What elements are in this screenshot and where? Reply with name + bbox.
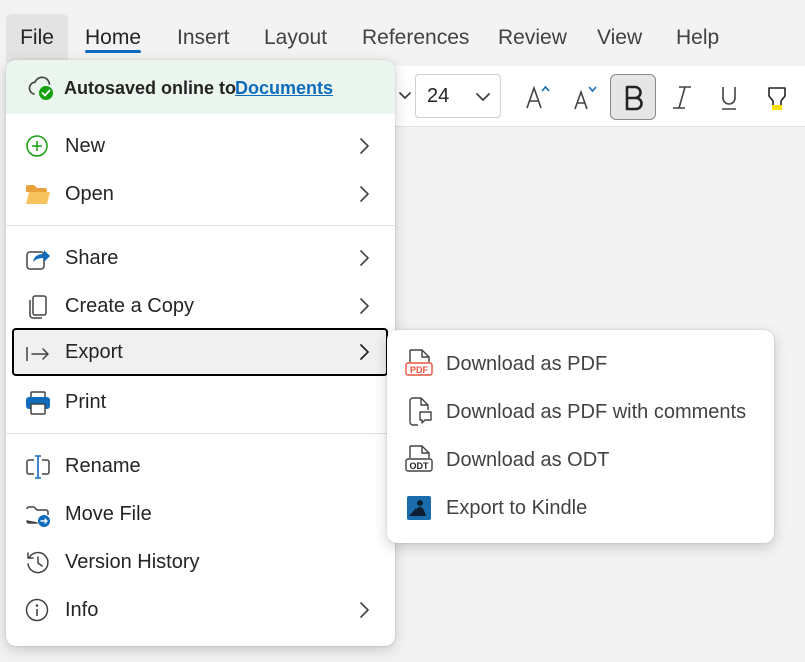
export-icon — [26, 347, 49, 361]
menu-item-label: Open — [65, 183, 114, 205]
chevron-down-icon — [476, 93, 490, 101]
grow-font-button[interactable] — [514, 74, 560, 120]
svg-text:PDF: PDF — [410, 365, 429, 375]
shrink-font-button[interactable] — [561, 74, 607, 120]
chevron-right-icon — [360, 602, 369, 618]
chevron-right-icon — [360, 250, 369, 266]
menu-item-label: Print — [65, 391, 107, 413]
file-menu: Autosaved online to Documents New Open S… — [6, 60, 395, 646]
menu-item-label: Rename — [65, 455, 141, 477]
autosave-banner: Autosaved online to Documents — [6, 60, 395, 114]
bold-icon — [625, 85, 643, 111]
italic-button[interactable] — [659, 74, 705, 120]
menu-item-label: Share — [65, 247, 119, 269]
submenu-item-download-pdf[interactable]: PDF Download as PDF — [387, 340, 774, 388]
underline-icon — [722, 87, 736, 110]
submenu-item-label: Download as ODT — [446, 449, 610, 471]
menu-item-label: Export — [65, 341, 123, 363]
folder-open-icon — [26, 185, 50, 204]
tab-home[interactable]: Home — [85, 14, 142, 62]
shrink-font-icon — [574, 86, 597, 110]
odt-icon: ODT — [405, 445, 433, 472]
menu-divider — [6, 225, 395, 226]
share-icon — [26, 250, 50, 270]
menu-item-share[interactable]: Share — [6, 234, 395, 282]
font-size-dropdown[interactable]: 24 — [415, 74, 501, 118]
plus-circle-icon — [26, 135, 48, 157]
menu-item-label: Create a Copy — [65, 295, 194, 317]
pdf-icon: PDF — [405, 349, 433, 376]
chevron-right-icon — [360, 298, 369, 314]
menu-item-label: Info — [65, 599, 99, 621]
menu-item-rename[interactable]: Rename — [6, 442, 395, 490]
menu-item-label: Version History — [65, 551, 200, 573]
menu-item-print[interactable]: Print — [6, 378, 395, 426]
menu-item-open[interactable]: Open — [6, 170, 395, 218]
menu-item-move-file[interactable]: Move File — [6, 490, 395, 538]
italic-icon — [673, 86, 691, 109]
tab-file[interactable]: File — [6, 14, 68, 62]
submenu-item-download-pdf-comments[interactable]: Download as PDF with comments — [387, 388, 774, 436]
autosave-text: Autosaved online to — [64, 78, 237, 98]
menu-item-create-copy[interactable]: Create a Copy — [6, 282, 395, 330]
submenu-item-download-odt[interactable]: ODT Download as ODT — [387, 436, 774, 484]
export-submenu: PDF Download as PDF Download as PDF with… — [387, 330, 774, 543]
submenu-item-label: Download as PDF — [446, 353, 608, 375]
menu-item-label: New — [65, 135, 106, 157]
kindle-icon — [407, 496, 431, 520]
tab-review[interactable]: Review — [498, 14, 567, 62]
pdf-comments-icon — [409, 397, 432, 426]
submenu-item-export-kindle[interactable]: Export to Kindle — [387, 484, 774, 532]
chevron-right-icon — [360, 186, 369, 202]
info-icon — [25, 598, 49, 622]
documents-link[interactable]: Documents — [235, 78, 333, 99]
svg-text:ODT: ODT — [410, 461, 430, 471]
highlight-icon — [768, 87, 786, 110]
menu-item-info[interactable]: Info — [6, 586, 395, 634]
underline-button[interactable] — [706, 74, 752, 120]
cloud-check-icon — [28, 76, 53, 100]
tab-layout[interactable]: Layout — [264, 14, 327, 62]
menu-item-new[interactable]: New — [6, 122, 395, 170]
font-size-value: 24 — [427, 85, 450, 107]
submenu-item-label: Download as PDF with comments — [446, 401, 747, 423]
chevron-right-icon — [360, 138, 369, 154]
tab-references[interactable]: References — [362, 14, 469, 62]
grow-font-icon — [526, 85, 550, 109]
ribbon-tab-bar: File Home Insert Layout References Revie… — [0, 0, 805, 66]
menu-divider — [6, 433, 395, 434]
chevron-right-icon — [360, 344, 369, 360]
print-icon — [26, 391, 50, 415]
tab-insert[interactable]: Insert — [177, 14, 230, 62]
submenu-item-label: Export to Kindle — [446, 497, 588, 519]
rename-icon — [26, 455, 50, 479]
tab-view[interactable]: View — [597, 14, 642, 62]
bold-button[interactable] — [610, 74, 656, 120]
copy-icon — [29, 295, 47, 319]
highlight-button[interactable] — [754, 74, 800, 120]
menu-item-export[interactable]: Export — [12, 328, 388, 376]
menu-item-label: Move File — [65, 503, 152, 525]
menu-item-version-history[interactable]: Version History — [6, 538, 395, 586]
home-ribbon: 24 — [384, 66, 805, 127]
move-file-icon — [26, 506, 50, 527]
font-family-chevron-icon[interactable] — [392, 84, 414, 108]
tab-help[interactable]: Help — [676, 14, 719, 62]
history-icon — [27, 551, 49, 574]
